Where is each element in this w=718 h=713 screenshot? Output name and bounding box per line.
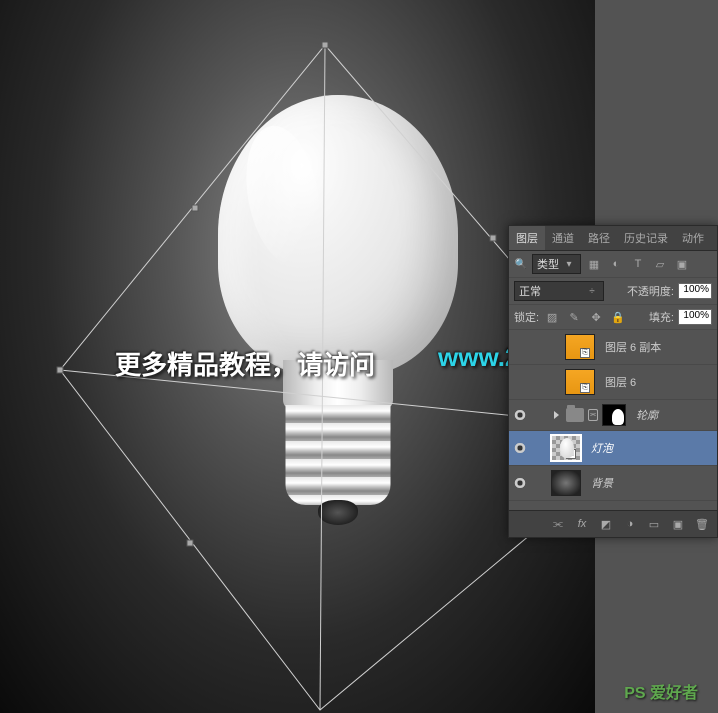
- lock-row: 锁定: ▨ ✎ ✥ 🔒 填充: 100%: [509, 305, 717, 330]
- layers-panel: 图层 通道 路径 历史记录 动作 🔍 类型 ▾ ▦ ◐ T ▱ ▣ 正常 ÷ 不…: [508, 225, 718, 538]
- layer-name[interactable]: 灯泡: [585, 440, 613, 456]
- panel-footer: ⫘ fx ◩ ◑ ▭ ▣ 🗑: [509, 510, 717, 537]
- layers-list: ⎘ 图层 6 副本 ⎘ 图层 6 ⫘ 轮廓: [509, 330, 717, 510]
- filter-smart-icon[interactable]: ▣: [673, 255, 691, 273]
- filter-pixel-icon[interactable]: ▦: [585, 255, 603, 273]
- lock-label: 锁定:: [514, 309, 539, 325]
- layer-name[interactable]: 图层 6 副本: [599, 339, 661, 355]
- layer-thumbnail[interactable]: ⎘: [551, 435, 581, 461]
- layer-row-group[interactable]: ⫘ 轮廓: [509, 400, 717, 431]
- opacity-input[interactable]: 100%: [678, 283, 712, 299]
- tab-layers[interactable]: 图层: [509, 226, 545, 250]
- filter-kind-dropdown[interactable]: 类型 ▾: [532, 254, 581, 274]
- link-icon: ⫘: [588, 409, 598, 421]
- blend-mode-value: 正常: [519, 283, 541, 299]
- panel-tabs: 图层 通道 路径 历史记录 动作: [509, 226, 717, 251]
- visibility-toggle[interactable]: [509, 410, 531, 420]
- chevron-down-icon: ÷: [585, 284, 599, 298]
- transform-handle-mid[interactable]: [192, 205, 198, 211]
- visibility-toggle[interactable]: [509, 443, 531, 453]
- layer-row-selected[interactable]: ⎘ 灯泡: [509, 431, 717, 466]
- layer-row[interactable]: 背景: [509, 466, 717, 501]
- layer-thumbnail[interactable]: [551, 470, 581, 496]
- layer-row[interactable]: ⎘ 图层 6 副本: [509, 330, 717, 365]
- layer-thumbnail[interactable]: ⎘: [565, 369, 595, 395]
- folder-icon: [566, 408, 584, 422]
- fill-input[interactable]: 100%: [678, 309, 712, 325]
- tab-actions[interactable]: 动作: [675, 226, 711, 250]
- bulb-image[interactable]: [210, 95, 465, 525]
- filter-row: 🔍 类型 ▾ ▦ ◐ T ▱ ▣: [509, 251, 717, 278]
- transform-handle-mid[interactable]: [187, 540, 193, 546]
- watermark-text: 更多精品教程，请访问: [115, 345, 375, 382]
- lock-paint-icon[interactable]: ✎: [565, 308, 583, 326]
- transform-handle-left[interactable]: [57, 367, 63, 373]
- link-layers-icon[interactable]: ⫘: [549, 515, 567, 533]
- filter-shape-icon[interactable]: ▱: [651, 255, 669, 273]
- group-icon[interactable]: ▭: [645, 515, 663, 533]
- bulb-tip: [318, 500, 358, 525]
- filter-kind-label: 类型: [537, 256, 559, 272]
- adjustment-icon[interactable]: ◑: [621, 515, 639, 533]
- layer-name[interactable]: 图层 6: [599, 374, 636, 390]
- eye-icon: [513, 443, 527, 453]
- filter-type-icon[interactable]: T: [629, 255, 647, 273]
- corner-watermark: PS 爱好者: [624, 679, 698, 703]
- transform-handle-top[interactable]: [322, 42, 328, 48]
- blend-row: 正常 ÷ 不透明度: 100%: [509, 278, 717, 305]
- opacity-label: 不透明度:: [627, 283, 674, 299]
- canvas[interactable]: 更多精品教程，请访问 www.240PS.com: [0, 0, 595, 713]
- tab-history[interactable]: 历史记录: [617, 226, 675, 250]
- lock-transparent-icon[interactable]: ▨: [543, 308, 561, 326]
- bulb-screw-base: [285, 405, 390, 505]
- search-icon[interactable]: 🔍: [514, 257, 528, 271]
- layer-name[interactable]: 轮廓: [630, 407, 658, 423]
- expand-chevron-icon[interactable]: [554, 411, 559, 419]
- layer-mask-thumbnail[interactable]: [602, 404, 626, 426]
- bulb-highlight: [236, 120, 329, 270]
- eye-icon: [513, 478, 527, 488]
- lock-position-icon[interactable]: ✥: [587, 308, 605, 326]
- layer-thumbnail[interactable]: ⎘: [565, 334, 595, 360]
- lock-all-icon[interactable]: 🔒: [609, 308, 627, 326]
- mask-icon[interactable]: ◩: [597, 515, 615, 533]
- tab-paths[interactable]: 路径: [581, 226, 617, 250]
- fx-icon[interactable]: fx: [573, 515, 591, 533]
- fill-label: 填充:: [649, 309, 674, 325]
- filter-adjust-icon[interactable]: ◐: [607, 255, 625, 273]
- eye-icon: [513, 410, 527, 420]
- chevron-down-icon: ▾: [562, 257, 576, 271]
- trash-icon[interactable]: 🗑: [693, 515, 711, 533]
- layer-name[interactable]: 背景: [585, 475, 613, 491]
- blend-mode-dropdown[interactable]: 正常 ÷: [514, 281, 604, 301]
- bulb-glass: [218, 95, 458, 375]
- transform-handle-mid[interactable]: [490, 235, 496, 241]
- visibility-toggle[interactable]: [509, 478, 531, 488]
- tab-channels[interactable]: 通道: [545, 226, 581, 250]
- new-layer-icon[interactable]: ▣: [669, 515, 687, 533]
- layer-row[interactable]: ⎘ 图层 6: [509, 365, 717, 400]
